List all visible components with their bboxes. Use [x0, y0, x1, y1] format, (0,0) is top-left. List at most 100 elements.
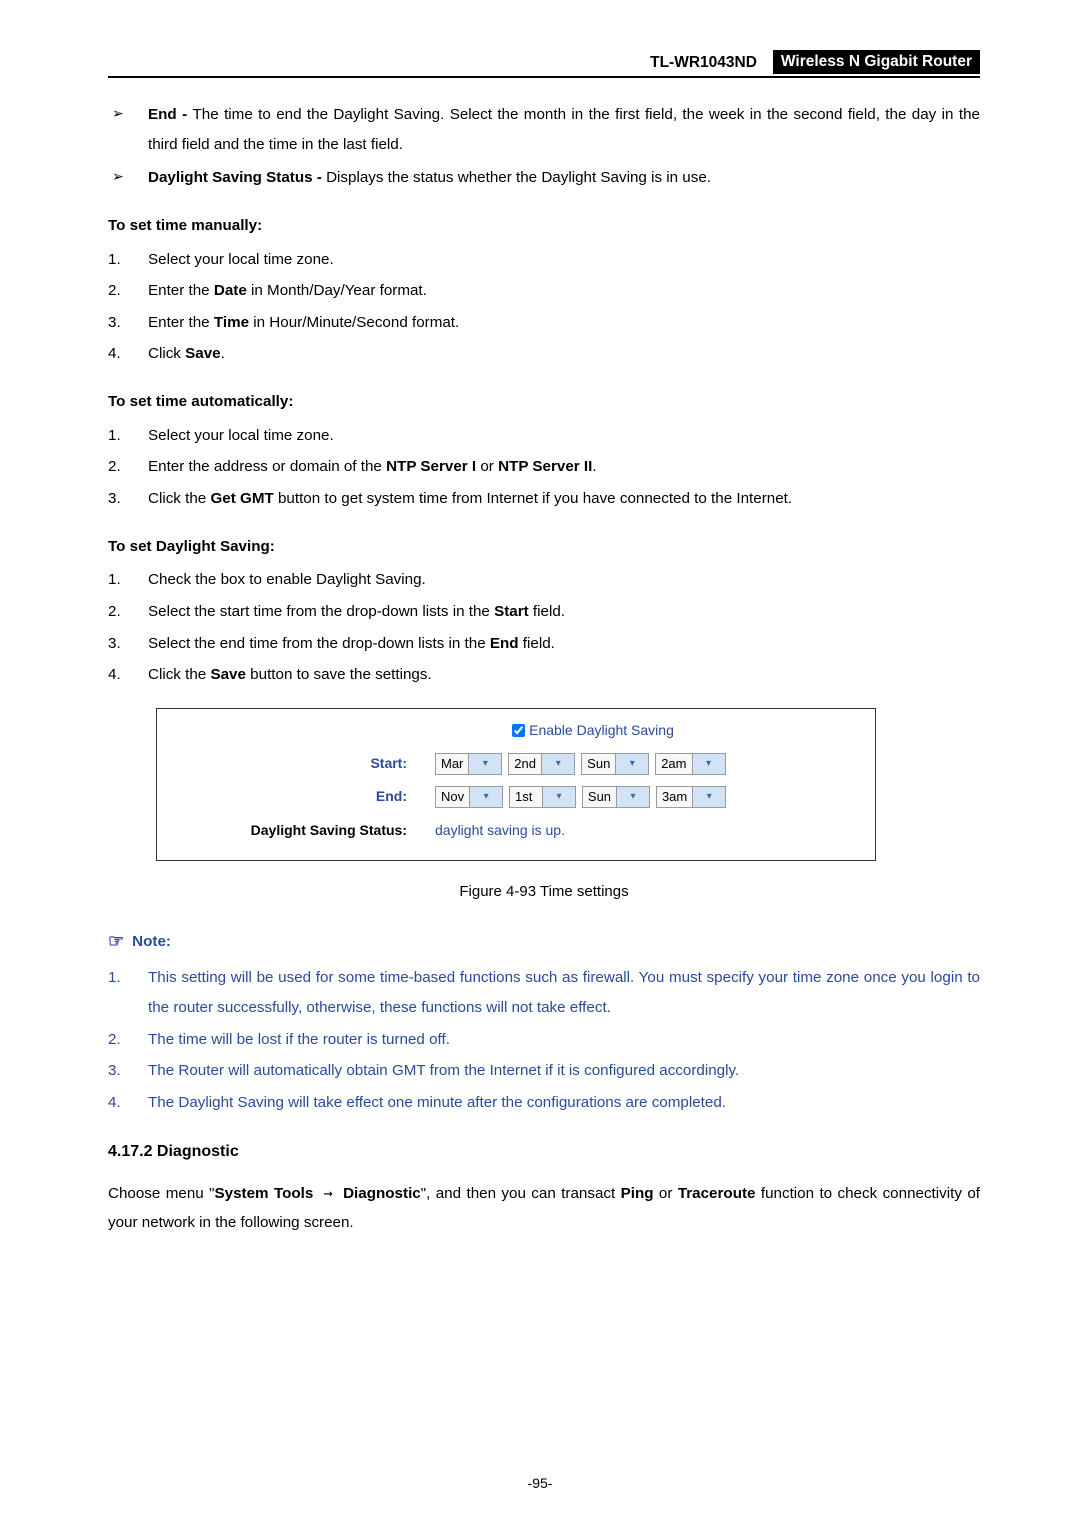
chevron-down-icon: ▾	[468, 754, 501, 774]
section-heading: 4.17.2 Diagnostic	[108, 1136, 980, 1167]
chevron-down-icon: ▾	[541, 754, 574, 774]
t: Click the	[148, 666, 210, 683]
t: Enter the	[148, 282, 214, 299]
page-header: TL-WR1043ND Wireless N Gigabit Router	[108, 50, 980, 78]
t: field.	[519, 635, 555, 652]
bullet-end-label: End -	[148, 106, 193, 123]
header-title: Wireless N Gigabit Router	[773, 50, 980, 74]
start-day-select[interactable]: Sun▾	[581, 753, 649, 775]
end-day-select[interactable]: Sun▾	[582, 786, 650, 808]
end-month-select[interactable]: Nov▾	[435, 786, 503, 808]
start-week-select[interactable]: 2nd▾	[508, 753, 575, 775]
t: Select the start time from the drop-down…	[148, 603, 494, 620]
dls-step-2: Select the start time from the drop-down…	[108, 597, 980, 627]
note-1: This setting will be used for some time-…	[108, 963, 980, 1022]
t: Date	[214, 282, 247, 299]
v: 2nd	[509, 751, 541, 776]
auto-heading: To set time automatically:	[108, 387, 980, 417]
note-list: This setting will be used for some time-…	[108, 963, 980, 1117]
status-value: daylight saving is up.	[435, 817, 565, 844]
t: Diagnostic	[343, 1185, 421, 1202]
start-time-select[interactable]: 2am▾	[655, 753, 725, 775]
v: 2am	[656, 751, 691, 776]
v: Mar	[436, 751, 468, 776]
v: Sun	[582, 751, 615, 776]
dls-step-4: Click the Save button to save the settin…	[108, 660, 980, 690]
note-heading-text: Note:	[132, 927, 171, 957]
t: or	[476, 458, 498, 475]
end-label: End:	[167, 783, 435, 810]
figure-start-row: Start: Mar▾ 2nd▾ Sun▾ 2am▾	[167, 750, 865, 777]
manual-step-3: Enter the Time in Hour/Minute/Second for…	[108, 308, 980, 338]
bullet-list: End - The time to end the Daylight Savin…	[108, 100, 980, 193]
t: Click the	[148, 490, 210, 507]
manual-step-4: Click Save.	[108, 339, 980, 369]
note-3: The Router will automatically obtain GMT…	[108, 1056, 980, 1086]
end-time-select[interactable]: 3am▾	[656, 786, 726, 808]
bullet-dss-label: Daylight Saving Status -	[148, 169, 326, 186]
chevron-down-icon: ▾	[692, 787, 725, 807]
t: Ping	[621, 1185, 654, 1202]
t: Time	[214, 314, 249, 331]
bullet-dss: Daylight Saving Status - Displays the st…	[108, 163, 980, 193]
t: in Month/Day/Year format.	[247, 282, 427, 299]
t: Select the end time from the drop-down l…	[148, 635, 490, 652]
bullet-dss-text: Displays the status whether the Daylight…	[326, 169, 711, 186]
t: .	[221, 345, 225, 362]
t: Traceroute	[678, 1185, 756, 1202]
bullet-end-text: The time to end the Daylight Saving. Sel…	[148, 106, 980, 153]
auto-step-3: Click the Get GMT button to get system t…	[108, 484, 980, 514]
v: 3am	[657, 784, 692, 809]
note-heading: ☞ Note:	[108, 924, 980, 959]
t: .	[592, 458, 596, 475]
dls-heading: To set Daylight Saving:	[108, 532, 980, 562]
end-selects: Nov▾ 1st▾ Sun▾ 3am▾	[435, 783, 728, 810]
t: End	[490, 635, 519, 652]
v: 1st	[510, 784, 542, 809]
pointing-hand-icon: ☞	[108, 924, 124, 959]
chevron-down-icon: ▾	[615, 754, 648, 774]
t: Click	[148, 345, 185, 362]
section-paragraph: Choose menu "System Tools → Diagnostic",…	[108, 1179, 980, 1238]
enable-daylight-checkbox[interactable]	[512, 720, 525, 741]
figure-end-row: End: Nov▾ 1st▾ Sun▾ 3am▾	[167, 783, 865, 810]
chevron-down-icon: ▾	[616, 787, 649, 807]
t: Enter the	[148, 314, 214, 331]
t: Enter the address or domain of the	[148, 458, 386, 475]
t: in Hour/Minute/Second format.	[249, 314, 459, 331]
t: NTP Server I	[386, 458, 476, 475]
enable-daylight-label: Enable Daylight Saving	[529, 717, 674, 744]
v: Nov	[436, 784, 469, 809]
dls-step-1: Check the box to enable Daylight Saving.	[108, 565, 980, 595]
start-selects: Mar▾ 2nd▾ Sun▾ 2am▾	[435, 750, 728, 777]
v: Sun	[583, 784, 616, 809]
content: End - The time to end the Daylight Savin…	[108, 100, 980, 1238]
start-month-select[interactable]: Mar▾	[435, 753, 502, 775]
auto-step-2: Enter the address or domain of the NTP S…	[108, 452, 980, 482]
t: Get GMT	[210, 490, 273, 507]
t: button to get system time from Internet …	[274, 490, 792, 507]
auto-list: Select your local time zone. Enter the a…	[108, 421, 980, 514]
t: Save	[185, 345, 220, 362]
t: Choose menu "	[108, 1185, 215, 1202]
start-label: Start:	[167, 750, 435, 777]
status-label: Daylight Saving Status:	[167, 817, 435, 844]
manual-heading: To set time manually:	[108, 211, 980, 241]
header-model: TL-WR1043ND	[650, 52, 763, 74]
end-week-select[interactable]: 1st▾	[509, 786, 576, 808]
t: ", and then you can transact	[421, 1185, 621, 1202]
figure-status-row: Daylight Saving Status: daylight saving …	[167, 817, 865, 844]
bullet-end: End - The time to end the Daylight Savin…	[108, 100, 980, 159]
t: Start	[494, 603, 529, 620]
arrow-right-icon: →	[313, 1184, 343, 1202]
t: NTP Server II	[498, 458, 592, 475]
t: button to save the settings.	[246, 666, 432, 683]
manual-step-1: Select your local time zone.	[108, 245, 980, 275]
t: Save	[210, 666, 245, 683]
auto-step-1: Select your local time zone.	[108, 421, 980, 451]
manual-step-2: Enter the Date in Month/Day/Year format.	[108, 276, 980, 306]
dls-list: Check the box to enable Daylight Saving.…	[108, 565, 980, 690]
chevron-down-icon: ▾	[692, 754, 725, 774]
chevron-down-icon: ▾	[542, 787, 575, 807]
note-2: The time will be lost if the router is t…	[108, 1025, 980, 1055]
